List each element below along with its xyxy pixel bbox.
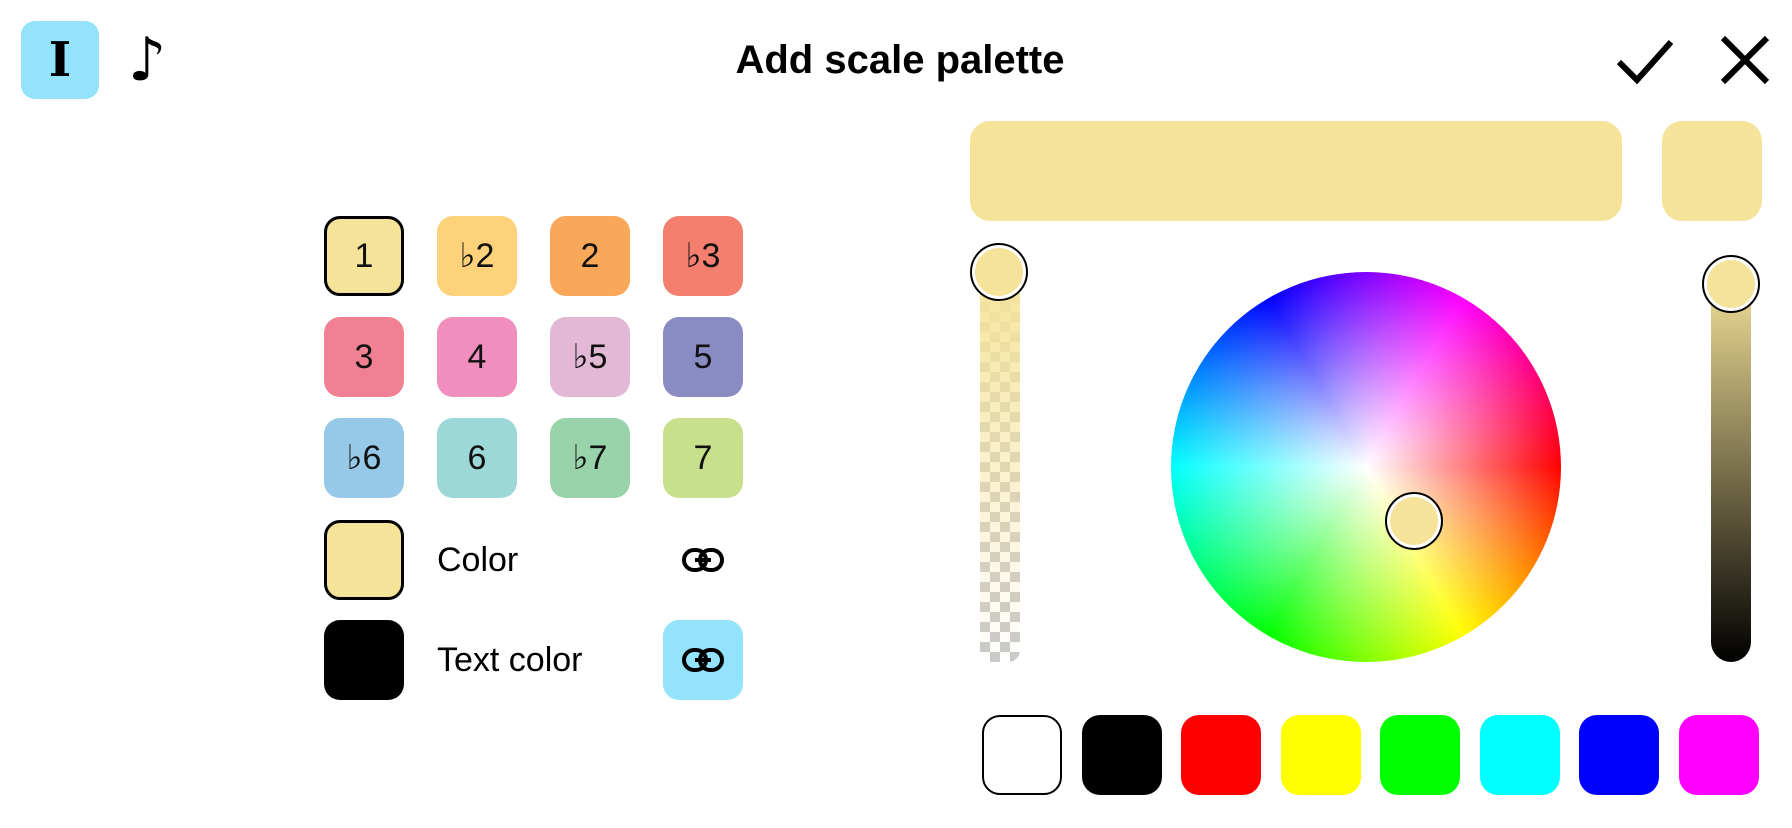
preset-color-swatch[interactable] <box>1579 715 1659 795</box>
preset-color-swatch[interactable] <box>982 715 1062 795</box>
old-color-preview <box>1662 121 1762 221</box>
alpha-slider[interactable] <box>980 272 1020 662</box>
page-title: Add scale palette <box>735 38 1065 82</box>
preset-color-swatch[interactable] <box>1678 715 1759 795</box>
alpha-slider-handle[interactable] <box>970 243 1028 301</box>
scale-degree-swatch[interactable]: ♭2 <box>437 216 517 296</box>
scale-degree-swatch[interactable]: 7 <box>663 418 743 498</box>
preset-color-swatch[interactable] <box>1380 715 1460 795</box>
color-swatch[interactable] <box>324 520 404 600</box>
scale-degree-swatch[interactable]: ♭5 <box>550 317 630 397</box>
text-color-swatch[interactable] <box>324 620 404 700</box>
text-mode-button[interactable]: I <box>21 21 99 99</box>
text-color-label: Text color <box>437 641 583 679</box>
brightness-slider-handle[interactable] <box>1702 255 1760 313</box>
preset-color-swatch[interactable] <box>1081 715 1162 795</box>
confirm-button[interactable] <box>1605 20 1685 100</box>
brightness-slider[interactable] <box>1711 272 1751 662</box>
preset-color-swatch[interactable] <box>1181 715 1261 795</box>
color-link-button[interactable] <box>663 520 743 600</box>
preset-color-swatch[interactable] <box>1479 715 1560 795</box>
preset-color-swatch[interactable] <box>1280 715 1361 795</box>
scale-degree-swatch[interactable]: 2 <box>550 216 630 296</box>
close-icon <box>1720 35 1770 85</box>
scale-degree-swatch[interactable]: 1 <box>324 216 404 296</box>
scale-degree-swatch[interactable]: ♭6 <box>324 418 404 498</box>
scale-degree-swatch[interactable]: 5 <box>663 317 743 397</box>
color-label: Color <box>437 541 519 579</box>
scale-degree-swatch[interactable]: ♭7 <box>550 418 630 498</box>
scale-degree-swatch[interactable]: ♭3 <box>663 216 743 296</box>
link-icon <box>682 648 724 672</box>
note-mode-button[interactable]: ♪ <box>117 21 177 99</box>
color-wheel-handle[interactable] <box>1385 492 1443 550</box>
color-wheel[interactable] <box>1171 272 1561 662</box>
scale-degree-swatch[interactable]: 4 <box>437 317 517 397</box>
text-color-link-button[interactable] <box>663 620 743 700</box>
scale-degree-swatch[interactable]: 6 <box>437 418 517 498</box>
new-color-preview <box>970 121 1622 221</box>
check-icon <box>1616 39 1674 85</box>
link-icon <box>682 548 724 572</box>
close-button[interactable] <box>1705 20 1785 100</box>
scale-degree-swatch[interactable]: 3 <box>324 317 404 397</box>
